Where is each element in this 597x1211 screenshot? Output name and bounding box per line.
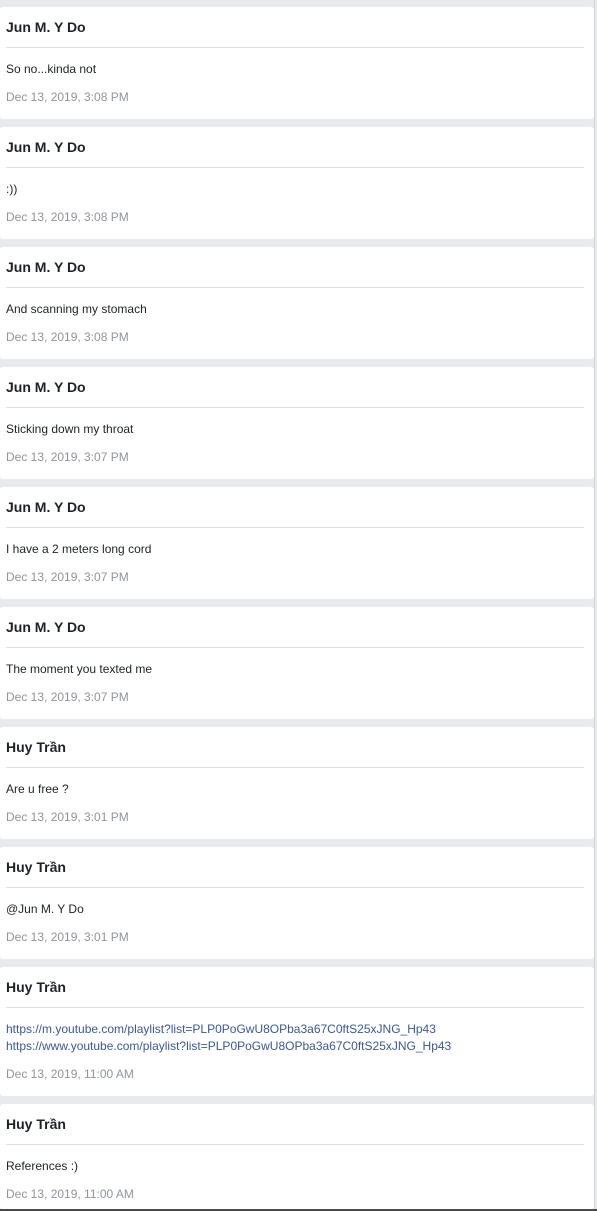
- playlist-link[interactable]: https://m.youtube.com/playlist?list=PLP0…: [6, 1021, 451, 1038]
- message-divider: [6, 1007, 584, 1008]
- message-text: So no...kinda not: [6, 62, 97, 76]
- message-sender: Huy Trần: [6, 1116, 66, 1132]
- message-text: @Jun M. Y Do: [6, 902, 84, 916]
- page-edge: [594, 0, 595, 1211]
- message-links: https://m.youtube.com/playlist?list=PLP0…: [6, 1021, 451, 1055]
- message-text: I have a 2 meters long cord: [6, 542, 152, 556]
- message-sender: Jun M. Y Do: [6, 139, 86, 155]
- message-text: The moment you texted me: [6, 662, 153, 676]
- message-sender: Jun M. Y Do: [6, 259, 86, 275]
- message-timestamp: Dec 13, 2019, 3:08 PM: [6, 90, 129, 104]
- message-card: Jun M. Y Do So no...kinda not Dec 13, 20…: [0, 7, 594, 119]
- message-text: References :): [6, 1159, 79, 1173]
- message-timestamp: Dec 13, 2019, 3:01 PM: [6, 930, 129, 944]
- message-sender: Huy Trần: [6, 979, 66, 995]
- message-timestamp: Dec 13, 2019, 3:07 PM: [6, 450, 129, 464]
- message-divider: [6, 767, 584, 768]
- message-card: Huy Trần @Jun M. Y Do Dec 13, 2019, 3:01…: [0, 847, 594, 959]
- message-card: Jun M. Y Do The moment you texted me Dec…: [0, 607, 594, 719]
- message-text: Are u free ?: [6, 782, 69, 796]
- playlist-link[interactable]: https://www.youtube.com/playlist?list=PL…: [6, 1038, 451, 1055]
- message-sender: Jun M. Y Do: [6, 619, 86, 635]
- message-divider: [6, 647, 584, 648]
- message-divider: [6, 527, 584, 528]
- message-sender: Jun M. Y Do: [6, 19, 86, 35]
- message-card: Jun M. Y Do I have a 2 meters long cord …: [0, 487, 594, 599]
- message-sender: Huy Trần: [6, 739, 66, 755]
- message-card: Huy Trần Are u free ? Dec 13, 2019, 3:01…: [0, 727, 594, 839]
- message-feed: Jun M. Y Do So no...kinda not Dec 13, 20…: [0, 0, 597, 1211]
- message-timestamp: Dec 13, 2019, 11:00 AM: [6, 1187, 134, 1201]
- message-divider: [6, 47, 584, 48]
- message-timestamp: Dec 13, 2019, 11:00 AM: [6, 1067, 134, 1081]
- message-divider: [6, 407, 584, 408]
- message-divider: [6, 887, 584, 888]
- message-divider: [6, 1144, 584, 1145]
- message-timestamp: Dec 13, 2019, 3:07 PM: [6, 570, 129, 584]
- message-text: :)): [6, 182, 18, 196]
- message-divider: [6, 287, 584, 288]
- message-timestamp: Dec 13, 2019, 3:01 PM: [6, 810, 129, 824]
- message-card: Jun M. Y Do :)) Dec 13, 2019, 3:08 PM: [0, 127, 594, 239]
- message-divider: [6, 167, 584, 168]
- message-text: And scanning my stomach: [6, 302, 147, 316]
- message-timestamp: Dec 13, 2019, 3:08 PM: [6, 330, 129, 344]
- message-card: Jun M. Y Do And scanning my stomach Dec …: [0, 247, 594, 359]
- message-timestamp: Dec 13, 2019, 3:07 PM: [6, 690, 129, 704]
- message-sender: Jun M. Y Do: [6, 499, 86, 515]
- message-card: Huy Trần https://m.youtube.com/playlist?…: [0, 967, 594, 1096]
- message-sender: Jun M. Y Do: [6, 379, 86, 395]
- message-timestamp: Dec 13, 2019, 3:08 PM: [6, 210, 129, 224]
- message-sender: Huy Trần: [6, 859, 66, 875]
- message-text: Sticking down my throat: [6, 422, 134, 436]
- message-card: Jun M. Y Do Sticking down my throat Dec …: [0, 367, 594, 479]
- message-card: Huy Trần References :) Dec 13, 2019, 11:…: [0, 1104, 594, 1209]
